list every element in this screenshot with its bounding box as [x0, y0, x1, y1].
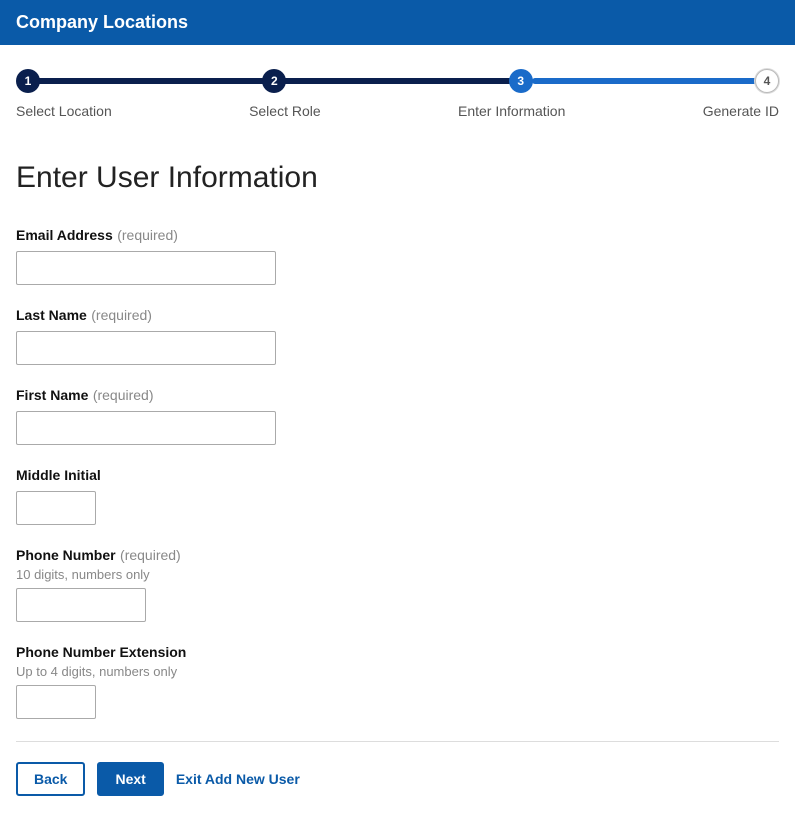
phone-label: Phone Number: [16, 547, 116, 563]
wizard-line-segment: [280, 78, 532, 84]
first-name-label: First Name: [16, 387, 88, 403]
wizard-step-label: Generate ID: [703, 103, 779, 119]
wizard-step-4: 4: [755, 69, 779, 93]
middle-initial-label: Middle Initial: [16, 467, 101, 483]
wizard-step-label: Select Location: [16, 103, 112, 119]
wizard-line-segment: [532, 78, 767, 84]
field-group-last-name: Last Name (required): [16, 307, 779, 365]
wizard-step-label: Select Role: [249, 103, 321, 119]
wizard-step-num: 4: [764, 74, 771, 88]
divider: [16, 741, 779, 742]
wizard-stepper: 1 2 3 4 Select Location Select Role Ente…: [0, 45, 795, 131]
wizard-step-2: 2: [262, 69, 286, 93]
last-name-label: Last Name: [16, 307, 87, 323]
wizard-step-3: 3: [509, 69, 533, 93]
wizard-track: 1 2 3 4: [16, 69, 779, 93]
phone-hint: 10 digits, numbers only: [16, 567, 779, 582]
email-label: Email Address: [16, 227, 113, 243]
footer-actions: Back Next Exit Add New User: [16, 762, 779, 812]
wizard-line-segment: [28, 78, 280, 84]
field-group-middle-initial: Middle Initial: [16, 467, 779, 525]
main-content: Enter User Information Email Address (re…: [0, 131, 795, 828]
wizard-step-num: 3: [517, 74, 524, 88]
phone-required: (required): [120, 547, 181, 563]
header-title: Company Locations: [16, 12, 188, 32]
wizard-step-num: 2: [271, 74, 278, 88]
phone-input[interactable]: [16, 588, 146, 622]
wizard-step-num: 1: [25, 74, 32, 88]
field-group-first-name: First Name (required): [16, 387, 779, 445]
first-name-required: (required): [93, 387, 154, 403]
field-group-email: Email Address (required): [16, 227, 779, 285]
wizard-step-label: Enter Information: [458, 103, 565, 119]
extension-hint: Up to 4 digits, numbers only: [16, 664, 779, 679]
extension-label: Phone Number Extension: [16, 644, 186, 660]
exit-link[interactable]: Exit Add New User: [176, 771, 300, 787]
header-bar: Company Locations: [0, 0, 795, 45]
middle-initial-input[interactable]: [16, 491, 96, 525]
last-name-required: (required): [91, 307, 152, 323]
extension-input[interactable]: [16, 685, 96, 719]
first-name-input[interactable]: [16, 411, 276, 445]
field-group-phone: Phone Number (required) 10 digits, numbe…: [16, 547, 779, 622]
wizard-labels: Select Location Select Role Enter Inform…: [16, 103, 779, 119]
last-name-input[interactable]: [16, 331, 276, 365]
email-required: (required): [117, 227, 178, 243]
wizard-step-1: 1: [16, 69, 40, 93]
field-group-extension: Phone Number Extension Up to 4 digits, n…: [16, 644, 779, 719]
next-button[interactable]: Next: [97, 762, 163, 796]
email-input[interactable]: [16, 251, 276, 285]
back-button[interactable]: Back: [16, 762, 85, 796]
page-title: Enter User Information: [16, 161, 779, 195]
